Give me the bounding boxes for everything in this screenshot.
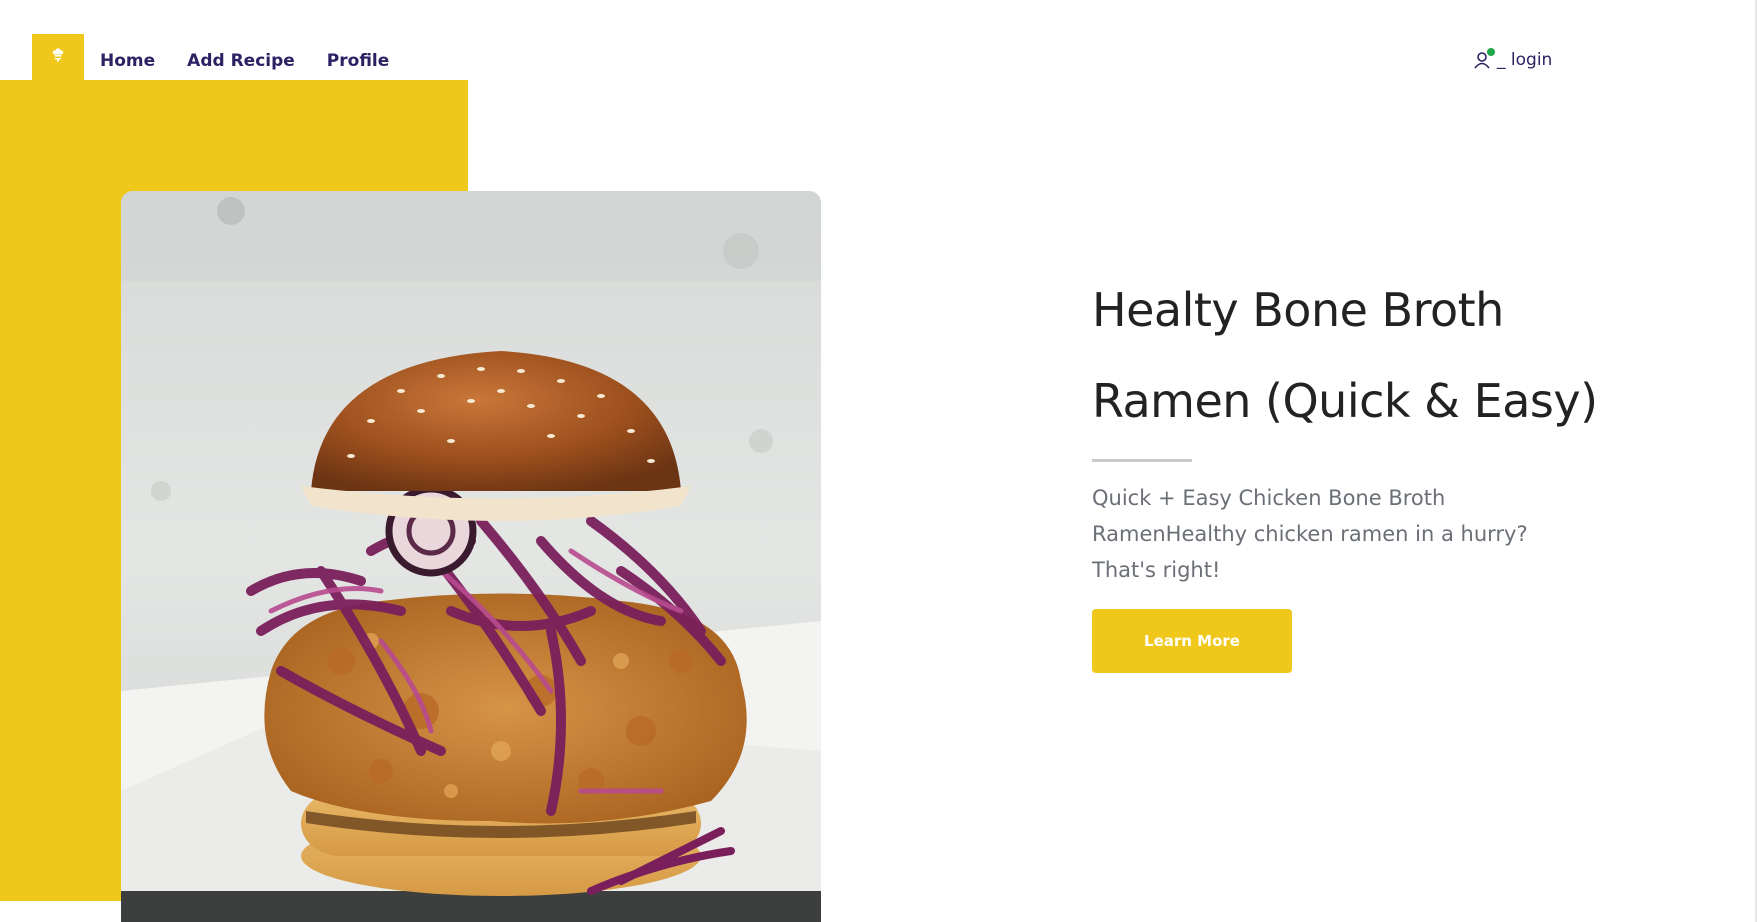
fried-chicken-burger-image xyxy=(121,191,821,922)
chef-hat-icon xyxy=(50,47,66,67)
hero-description: Quick + Easy Chicken Bone Broth RamenHea… xyxy=(1092,486,1528,582)
nav-add-recipe-link[interactable]: Add Recipe xyxy=(187,51,295,71)
login-label: _ login xyxy=(1497,50,1553,70)
nav-home-link[interactable]: Home xyxy=(100,51,155,71)
top-nav: Home Add Recipe Profile xyxy=(32,34,421,80)
logo-button[interactable] xyxy=(32,34,84,80)
learn-more-button[interactable]: Learn More xyxy=(1092,609,1292,673)
user-icon xyxy=(1473,48,1495,70)
online-status-dot xyxy=(1487,48,1495,56)
hero-title: Healty Bone Broth Ramen (Quick & Easy) xyxy=(1092,265,1712,447)
nav-links: Home Add Recipe Profile xyxy=(100,51,421,71)
hero-text-block: Healty Bone Broth Ramen (Quick & Easy) Q… xyxy=(1092,265,1712,673)
title-divider xyxy=(1092,459,1192,462)
hero-title-line-2: Ramen (Quick & Easy) xyxy=(1092,374,1598,428)
page: Home Add Recipe Profile _ login Healty B… xyxy=(0,0,1757,922)
login-link[interactable]: _ login xyxy=(1473,48,1553,70)
nav-profile-link[interactable]: Profile xyxy=(327,51,389,71)
hero-title-line-1: Healty Bone Broth xyxy=(1092,283,1504,337)
